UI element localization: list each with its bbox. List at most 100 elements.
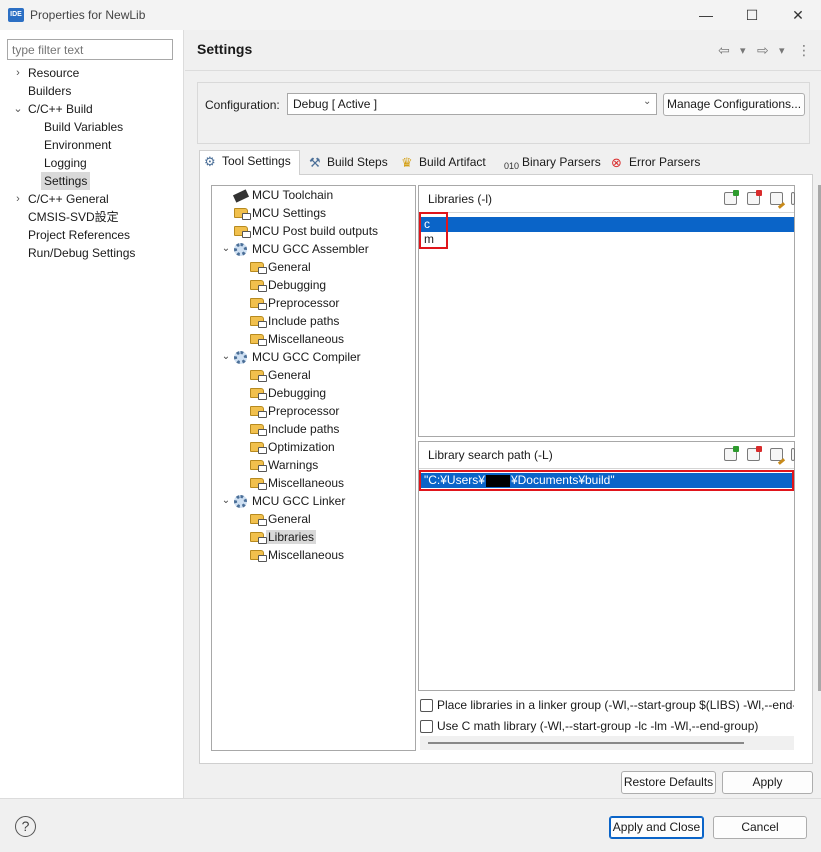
tab-binary-parsers[interactable]: 010 Binary Parsers [500, 152, 601, 174]
libraries-title: Libraries (-l) [428, 192, 493, 206]
add-icon[interactable] [724, 190, 739, 205]
chevron-down-icon[interactable]: ⌄ [643, 96, 651, 107]
linker-group-checkbox[interactable]: Place libraries in a linker group (-Wl,-… [420, 697, 794, 713]
view-menu-icon[interactable]: ⋮ [797, 42, 811, 59]
tree-item-mcu-toolchain[interactable]: MCU Toolchain [232, 186, 333, 204]
chevron-right-icon[interactable]: › [12, 64, 24, 82]
nav-item-resource[interactable]: › Resource [16, 64, 79, 82]
use-c-math-checkbox[interactable]: Use C math library (-Wl,--start-group -l… [420, 718, 794, 734]
page-title: Settings [197, 41, 253, 57]
nav-item-cpp-general[interactable]: › C/C++ General [16, 190, 109, 208]
edit-icon[interactable] [770, 448, 783, 461]
search-path-header-divider [419, 468, 794, 469]
tree-item-asm-preprocessor[interactable]: Preprocessor [250, 294, 339, 312]
gear-icon [234, 241, 250, 256]
delete-icon[interactable] [747, 446, 762, 461]
maximize-button[interactable]: ☐ [729, 0, 775, 30]
folder-icon [250, 457, 267, 472]
move-up-icon[interactable] [791, 448, 795, 461]
tab-tool-settings[interactable]: ⚙ Tool Settings [199, 150, 300, 175]
tree-item-mcu-post-build[interactable]: MCU Post build outputs [234, 222, 378, 240]
tree-item-cc-include-paths[interactable]: Include paths [250, 420, 339, 438]
tree-item-ld-general[interactable]: General [250, 510, 311, 528]
tree-item-gcc-linker[interactable]: ⌄ MCU GCC Linker [222, 492, 345, 510]
nav-item-environment[interactable]: Environment [44, 136, 111, 154]
filter-input[interactable] [7, 39, 173, 60]
folder-icon [250, 295, 267, 310]
gear-icon: ⚙ [204, 154, 216, 169]
nav-item-logging[interactable]: Logging [44, 154, 87, 172]
gear-icon [234, 349, 250, 364]
nav-item-run-debug-settings[interactable]: Run/Debug Settings [28, 244, 135, 262]
apply-button[interactable]: Apply [722, 771, 813, 794]
tree-item-ld-miscellaneous[interactable]: Miscellaneous [250, 546, 344, 564]
tree-item-asm-general[interactable]: General [250, 258, 311, 276]
folder-icon [250, 331, 267, 346]
add-icon[interactable] [724, 446, 739, 461]
tree-item-cc-miscellaneous[interactable]: Miscellaneous [250, 474, 344, 492]
nav-item-settings[interactable]: Settings [41, 172, 91, 190]
tab-build-artifact[interactable]: ♛ Build Artifact [397, 152, 486, 174]
nav-item-cmsis-svd[interactable]: CMSIS-SVD設定 [28, 208, 119, 226]
configuration-label: Configuration: [205, 98, 280, 112]
tree-item-gcc-assembler[interactable]: ⌄ MCU GCC Assembler [222, 240, 369, 258]
tree-item-asm-debugging[interactable]: Debugging [250, 276, 326, 294]
tree-item-ld-libraries[interactable]: Libraries [250, 528, 317, 546]
scrollbar-thumb[interactable] [428, 742, 744, 744]
chevron-down-icon[interactable]: ⌄ [220, 492, 232, 510]
tree-item-gcc-compiler[interactable]: ⌄ MCU GCC Compiler [222, 348, 361, 366]
app-icon: IDE [8, 8, 24, 22]
list-item-library-c[interactable]: c [421, 217, 794, 232]
nav-item-cpp-build[interactable]: ⌄ C/C++ Build [13, 100, 92, 118]
header-divider [185, 70, 821, 71]
error-icon: ⊗ [611, 155, 622, 170]
apply-and-close-button[interactable]: Apply and Close [609, 816, 704, 839]
forward-dropdown-icon[interactable]: ▾ [779, 44, 785, 57]
tree-item-cc-debugging[interactable]: Debugging [250, 384, 326, 402]
chevron-down-icon[interactable]: ⌄ [220, 348, 232, 366]
back-icon[interactable]: ⇦ [718, 42, 730, 59]
folder-icon [250, 475, 267, 490]
tree-item-asm-include-paths[interactable]: Include paths [250, 312, 339, 330]
chevron-right-icon[interactable]: › [12, 190, 24, 208]
close-button[interactable]: ✕ [775, 0, 821, 30]
cancel-button[interactable]: Cancel [713, 816, 807, 839]
folder-icon [250, 367, 267, 382]
forward-icon[interactable]: ⇨ [757, 42, 769, 59]
delete-icon[interactable] [747, 190, 762, 205]
nav-item-build-variables[interactable]: Build Variables [44, 118, 123, 136]
tree-item-cc-optimization[interactable]: Optimization [250, 438, 335, 456]
restore-defaults-button[interactable]: Restore Defaults [621, 771, 716, 794]
folder-icon [250, 277, 267, 292]
tree-item-cc-general[interactable]: General [250, 366, 311, 384]
move-up-icon[interactable] [791, 192, 795, 205]
folder-icon [250, 421, 267, 436]
folder-icon [250, 547, 267, 562]
minimize-button[interactable]: — [683, 0, 729, 30]
nav-item-builders[interactable]: Builders [28, 82, 71, 100]
chevron-down-icon[interactable]: ⌄ [12, 100, 24, 118]
gear-icon [234, 493, 250, 508]
library-search-path-title: Library search path (-L) [428, 448, 553, 462]
left-pane: ›Resource Builders ⌄C/C++ Build Build Va… [0, 30, 184, 798]
tree-item-cc-preprocessor[interactable]: Preprocessor [250, 402, 339, 420]
tree-item-asm-miscellaneous[interactable]: Miscellaneous [250, 330, 344, 348]
libraries-list: Libraries (-l) c m [418, 185, 795, 437]
chevron-down-icon[interactable]: ⌄ [220, 240, 232, 258]
edit-icon[interactable] [770, 192, 783, 205]
configuration-select[interactable]: Debug [ Active ] [287, 93, 657, 115]
back-dropdown-icon[interactable]: ▾ [740, 44, 746, 57]
folder-icon [250, 403, 267, 418]
tree-item-cc-warnings[interactable]: Warnings [250, 456, 318, 474]
folder-icon [234, 205, 251, 220]
tree-item-mcu-settings[interactable]: MCU Settings [234, 204, 326, 222]
help-icon[interactable]: ? [15, 816, 36, 837]
tab-build-steps[interactable]: ⚒ Build Steps [305, 152, 388, 174]
folder-icon [250, 529, 267, 544]
folder-icon [250, 385, 267, 400]
nav-item-project-references[interactable]: Project References [28, 226, 130, 244]
tab-error-parsers[interactable]: ⊗ Error Parsers [607, 152, 700, 174]
footer-divider [0, 798, 821, 799]
highlight-box [419, 470, 794, 491]
manage-configurations-button[interactable]: Manage Configurations... [663, 93, 805, 116]
